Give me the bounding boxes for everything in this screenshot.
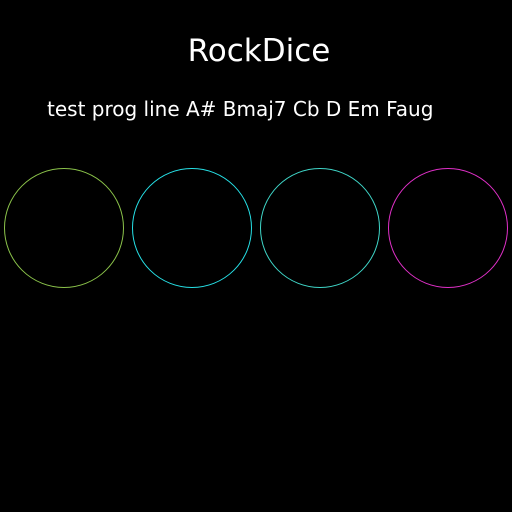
die-circle-3[interactable]: [260, 168, 380, 288]
app-screen: RockDice test prog line A# Bmaj7 Cb D Em…: [0, 0, 512, 512]
dice-row: [4, 168, 508, 290]
progression-line: test prog line A# Bmaj7 Cb D Em Faug: [47, 97, 434, 121]
die-circle-2[interactable]: [132, 168, 252, 288]
die-circle-4[interactable]: [388, 168, 508, 288]
die-circle-1[interactable]: [4, 168, 124, 288]
app-title: RockDice: [187, 33, 331, 69]
